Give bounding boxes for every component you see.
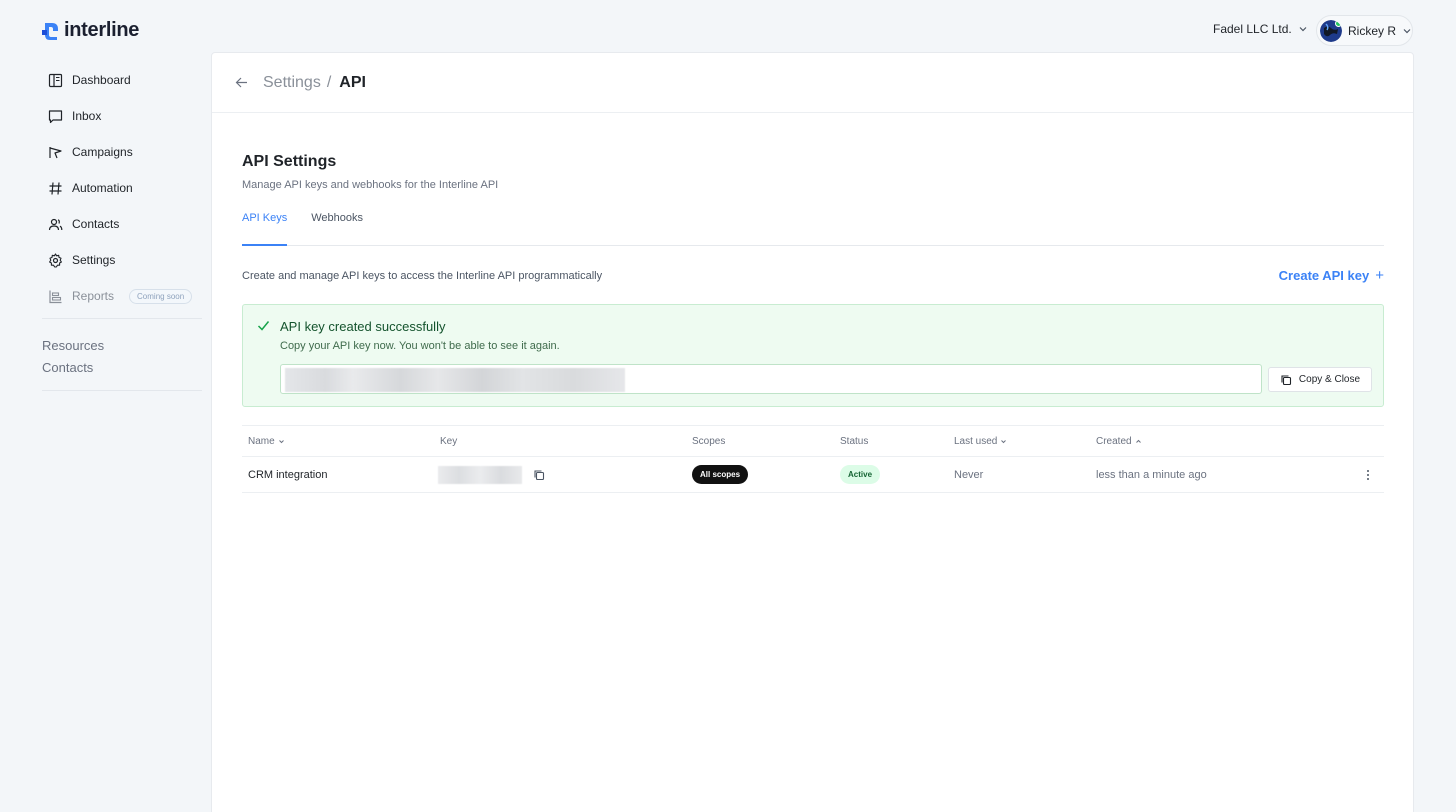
column-header-last-used[interactable]: Last used	[954, 436, 1007, 447]
sidebar-item-label: Reports	[72, 289, 115, 303]
avatar	[1320, 19, 1342, 42]
chevron-down-icon	[1299, 27, 1307, 32]
column-header-label: Scopes	[692, 435, 726, 447]
created-cell: less than a minute ago	[1096, 468, 1207, 481]
copy-and-close-button[interactable]: Copy & Close	[1268, 367, 1372, 392]
success-message: Copy your API key now. You won't be able…	[280, 340, 560, 352]
column-header-label: Created	[1096, 435, 1132, 447]
row-actions-button[interactable]	[1366, 469, 1370, 481]
api-key-cell	[438, 465, 545, 484]
column-header-created[interactable]: Created	[1096, 436, 1142, 447]
column-header-scopes: Scopes	[692, 436, 725, 447]
sort-desc-icon	[1001, 439, 1007, 443]
copy-icon[interactable]	[533, 469, 545, 481]
create-api-key-label: Create API key	[1278, 268, 1370, 283]
last-used-cell: Never	[954, 468, 984, 481]
sidebar-item-label: Settings	[72, 253, 116, 267]
user-name: Rickey R	[1348, 23, 1397, 38]
column-header-label: Key	[440, 435, 458, 447]
coming-soon-badge: Coming soon	[129, 288, 193, 304]
api-key-name: CRM integration	[248, 468, 328, 481]
users-icon	[48, 218, 63, 230]
tab-api-keys[interactable]: API Keys	[242, 210, 288, 246]
column-header-label: Last used	[954, 435, 998, 447]
sidebar-item-label: Contacts	[72, 217, 120, 231]
chart-icon	[49, 290, 62, 303]
plus-icon: +	[1375, 267, 1384, 284]
api-key-field[interactable]	[280, 364, 1262, 394]
app-logo[interactable]: interline	[42, 19, 139, 42]
sidebar-link-contacts[interactable]: Contacts	[42, 360, 204, 375]
status-cell: Active	[840, 465, 881, 484]
sidebar-item-settings[interactable]: Settings	[42, 242, 204, 278]
campaigns-icon	[49, 146, 62, 158]
sidebar-item-campaigns[interactable]: Campaigns	[42, 134, 204, 170]
more-vertical-icon	[1367, 469, 1369, 480]
section-description: Create and manage API keys to access the…	[242, 269, 603, 282]
page-title: API Settings	[242, 153, 337, 170]
tab-bar: API Keys Webhooks	[242, 210, 1384, 246]
sidebar-item-label: Automation	[72, 181, 133, 195]
breadcrumb-current: API	[339, 73, 366, 91]
column-header-key: Key	[440, 436, 457, 447]
main-panel: Settings / API API Settings Manage API k…	[211, 52, 1414, 812]
sidebar-item-label: Dashboard	[72, 73, 131, 87]
check-icon	[257, 321, 270, 331]
table-header: Name Key Scopes Status Last used Created	[242, 426, 1384, 457]
api-settings-content: API Settings Manage API keys and webhook…	[242, 153, 1384, 493]
sidebar-item-contacts[interactable]: Contacts	[42, 206, 204, 242]
sidebar-item-inbox[interactable]: Inbox	[42, 98, 204, 134]
inbox-icon	[48, 109, 63, 123]
sidebar: Dashboard Inbox Campaigns Automation Con…	[42, 62, 204, 391]
sidebar-item-reports: Reports Coming soon	[42, 278, 204, 314]
sort-asc-icon	[1135, 439, 1141, 443]
success-title: API key created successfully	[280, 319, 446, 334]
sort-desc-icon	[278, 439, 284, 443]
copy-and-close-label: Copy & Close	[1298, 374, 1361, 385]
sidebar-item-dashboard[interactable]: Dashboard	[42, 62, 204, 98]
chevron-down-icon	[1403, 28, 1411, 33]
api-key-masked-value	[438, 465, 522, 484]
column-header-status: Status	[840, 436, 868, 447]
scope-badge: All scopes	[692, 465, 749, 484]
api-keys-table: Name Key Scopes Status Last used Created…	[242, 425, 1384, 493]
sidebar-item-label: Campaigns	[72, 145, 133, 159]
column-header-label: Status	[840, 435, 869, 447]
breadcrumb-separator: /	[326, 73, 332, 91]
api-key-masked-value	[285, 368, 625, 392]
hash-icon	[49, 181, 62, 195]
arrow-left-icon[interactable]	[234, 75, 249, 90]
create-api-key-button[interactable]: Create API key +	[1279, 267, 1384, 284]
breadcrumb-settings[interactable]: Settings	[263, 74, 321, 92]
page-header: Settings / API	[212, 53, 1413, 113]
column-header-label: Name	[248, 435, 275, 447]
success-alert: API key created successfully Copy your A…	[242, 304, 1384, 407]
tab-webhooks[interactable]: Webhooks	[311, 210, 363, 246]
description-row: Create and manage API keys to access the…	[242, 267, 1384, 284]
org-switcher[interactable]: Fadel LLC Ltd.	[1213, 22, 1308, 36]
brand-name: interline	[64, 19, 140, 41]
user-menu[interactable]: Rickey R	[1316, 15, 1413, 46]
status-badge: Active	[840, 465, 881, 484]
org-name: Fadel LLC Ltd.	[1213, 22, 1292, 36]
sidebar-link-resources[interactable]: Resources	[42, 338, 204, 353]
interline-logo-icon	[42, 22, 58, 40]
dashboard-icon	[48, 73, 63, 87]
page-subtitle: Manage API keys and webhooks for the Int…	[242, 179, 499, 191]
table-row: CRM integration All scopes Active Never …	[242, 457, 1384, 493]
sidebar-item-label: Inbox	[72, 109, 102, 123]
scopes-cell: All scopes	[692, 465, 749, 484]
sidebar-divider	[42, 390, 202, 391]
copy-icon	[1281, 374, 1291, 385]
column-header-name[interactable]: Name	[248, 436, 285, 447]
gear-icon	[49, 252, 62, 268]
online-status-dot	[1335, 19, 1342, 27]
sidebar-item-automation[interactable]: Automation	[42, 170, 204, 206]
